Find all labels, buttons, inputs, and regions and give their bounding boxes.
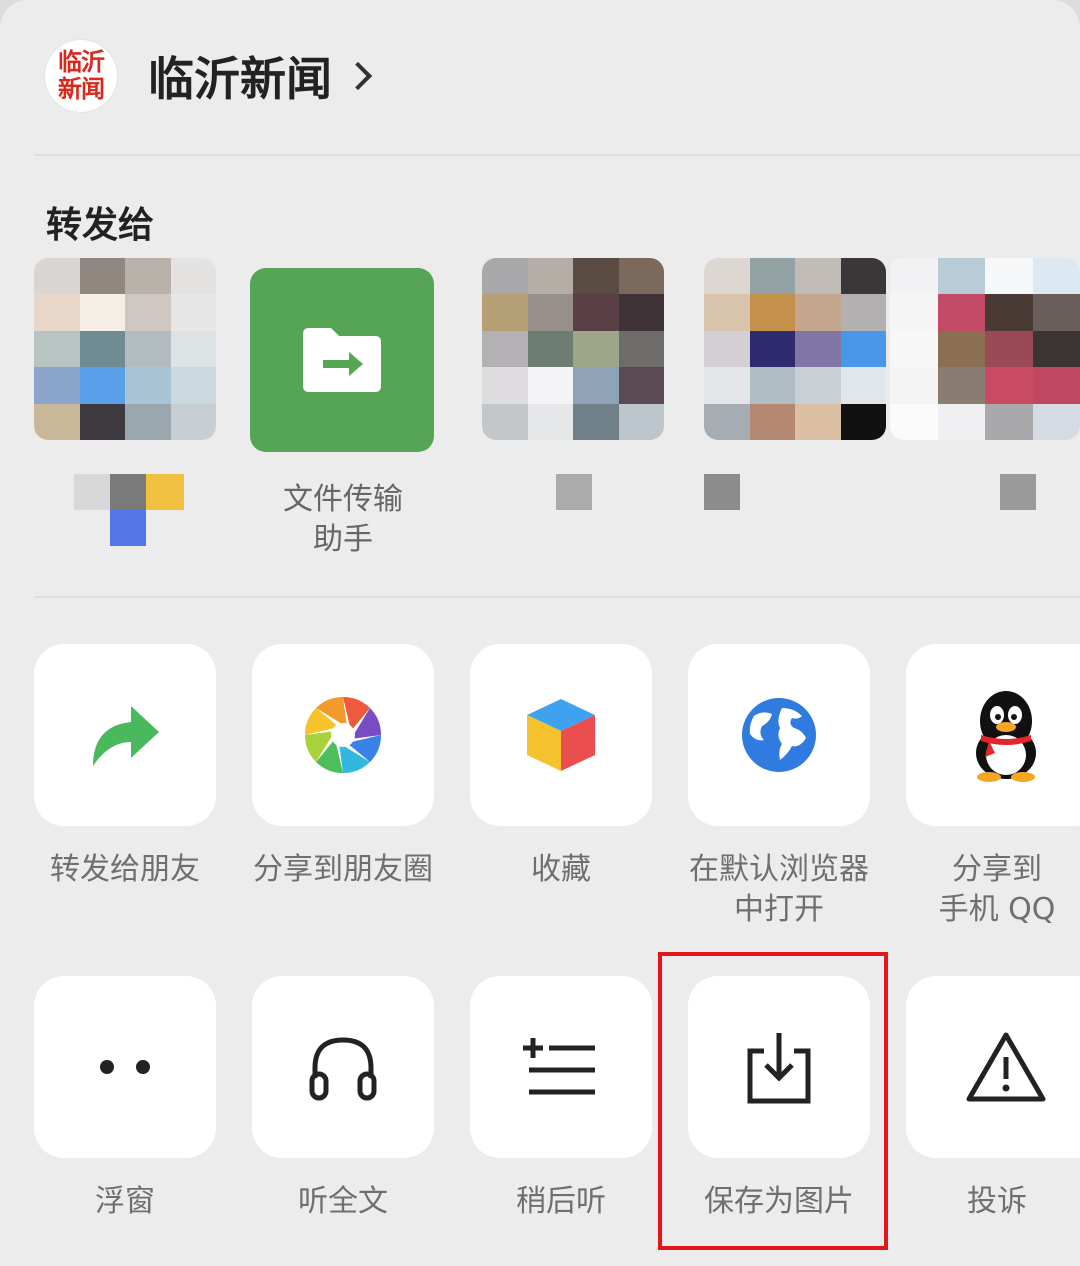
contact-item[interactable] xyxy=(890,258,1080,554)
forward-to-friend-button[interactable]: 转发给朋友 xyxy=(34,644,216,890)
listen-later-icon xyxy=(523,1038,595,1095)
action-tile xyxy=(252,976,434,1158)
divider xyxy=(34,596,1080,598)
warning-icon xyxy=(966,1032,1046,1102)
contact-name-blurred xyxy=(34,474,220,554)
contact-item[interactable] xyxy=(34,258,220,554)
floating-window-button[interactable]: 浮窗 xyxy=(34,976,216,1222)
contact-avatar xyxy=(704,258,886,440)
contact-name-blurred xyxy=(890,474,1076,554)
file-transfer-avatar xyxy=(250,268,434,452)
action-tile xyxy=(906,976,1080,1158)
action-label: 在默认浏览器 中打开 xyxy=(689,852,869,927)
action-label: 稍后听 xyxy=(516,1184,606,1219)
contact-item[interactable] xyxy=(704,258,890,554)
action-label: 保存为图片 xyxy=(704,1184,854,1219)
share-to-qq-button[interactable]: 分享到 手机 QQ xyxy=(906,644,1080,930)
contact-avatar xyxy=(890,258,1080,440)
account-name: 临沂新闻 xyxy=(148,52,332,106)
save-image-icon xyxy=(747,1033,811,1104)
action-label: 浮窗 xyxy=(95,1184,155,1219)
logo-text-line2: 新闻 xyxy=(58,75,105,103)
forward-contacts-row: 文件传输 助手 xyxy=(0,258,1080,558)
qq-penguin-icon xyxy=(976,691,1036,782)
forward-section-title: 转发给 xyxy=(46,205,155,246)
account-logo: 临沂 新闻 xyxy=(44,39,118,113)
favorite-cube-icon xyxy=(527,699,595,771)
report-button[interactable]: 投诉 xyxy=(906,976,1080,1222)
action-label: 收藏 xyxy=(531,852,591,887)
contact-name-blurred xyxy=(482,474,668,554)
forward-arrow-icon xyxy=(93,706,159,766)
action-label: 听全文 xyxy=(298,1184,388,1219)
actions-row-2: 浮窗 听全文 稍后听 保存为图片 投诉 xyxy=(0,976,1080,1266)
action-label: 分享到 手机 QQ xyxy=(938,852,1056,927)
contact-file-transfer[interactable]: 文件传输 助手 xyxy=(250,258,436,560)
folder-arrow-icon xyxy=(303,328,381,392)
contact-name-blurred xyxy=(704,474,890,554)
chevron-right-icon xyxy=(343,61,373,91)
action-tile xyxy=(688,976,870,1158)
actions-row-1: 转发给朋友 分享到朋友圈 收藏 在默认浏览器 中打开 分享到 手机 QQ xyxy=(0,644,1080,944)
headphones-icon xyxy=(309,1037,377,1101)
listen-later-button[interactable]: 稍后听 xyxy=(470,976,652,1222)
moments-aperture-icon xyxy=(304,696,382,774)
action-label: 投诉 xyxy=(967,1184,1027,1219)
action-tile xyxy=(34,976,216,1158)
action-tile xyxy=(470,644,652,826)
floating-window-icon xyxy=(100,1060,150,1074)
action-tile xyxy=(906,644,1080,826)
save-as-image-button[interactable]: 保存为图片 xyxy=(688,976,870,1222)
action-tile xyxy=(252,644,434,826)
contact-label: 文件传输 助手 xyxy=(283,482,403,557)
contact-avatar xyxy=(34,258,216,440)
contact-avatar xyxy=(482,258,664,440)
action-tile xyxy=(34,644,216,826)
action-tile xyxy=(470,976,652,1158)
favorite-button[interactable]: 收藏 xyxy=(470,644,652,890)
action-label: 转发给朋友 xyxy=(50,852,200,887)
action-tile xyxy=(688,644,870,826)
contact-item[interactable] xyxy=(482,258,668,554)
account-header[interactable]: 临沂 新闻 临沂新闻 xyxy=(44,38,373,114)
share-to-moments-button[interactable]: 分享到朋友圈 xyxy=(252,644,434,890)
action-label: 分享到朋友圈 xyxy=(253,852,433,887)
globe-icon xyxy=(742,698,816,772)
divider xyxy=(34,154,1080,156)
logo-text-line1: 临沂 xyxy=(58,48,105,76)
share-sheet: 临沂 新闻 临沂新闻 转发给 文件传输 助手 转发给朋友 分享到朋友圈 收藏 在… xyxy=(0,0,1080,1266)
open-in-browser-button[interactable]: 在默认浏览器 中打开 xyxy=(688,644,870,930)
listen-full-text-button[interactable]: 听全文 xyxy=(252,976,434,1222)
